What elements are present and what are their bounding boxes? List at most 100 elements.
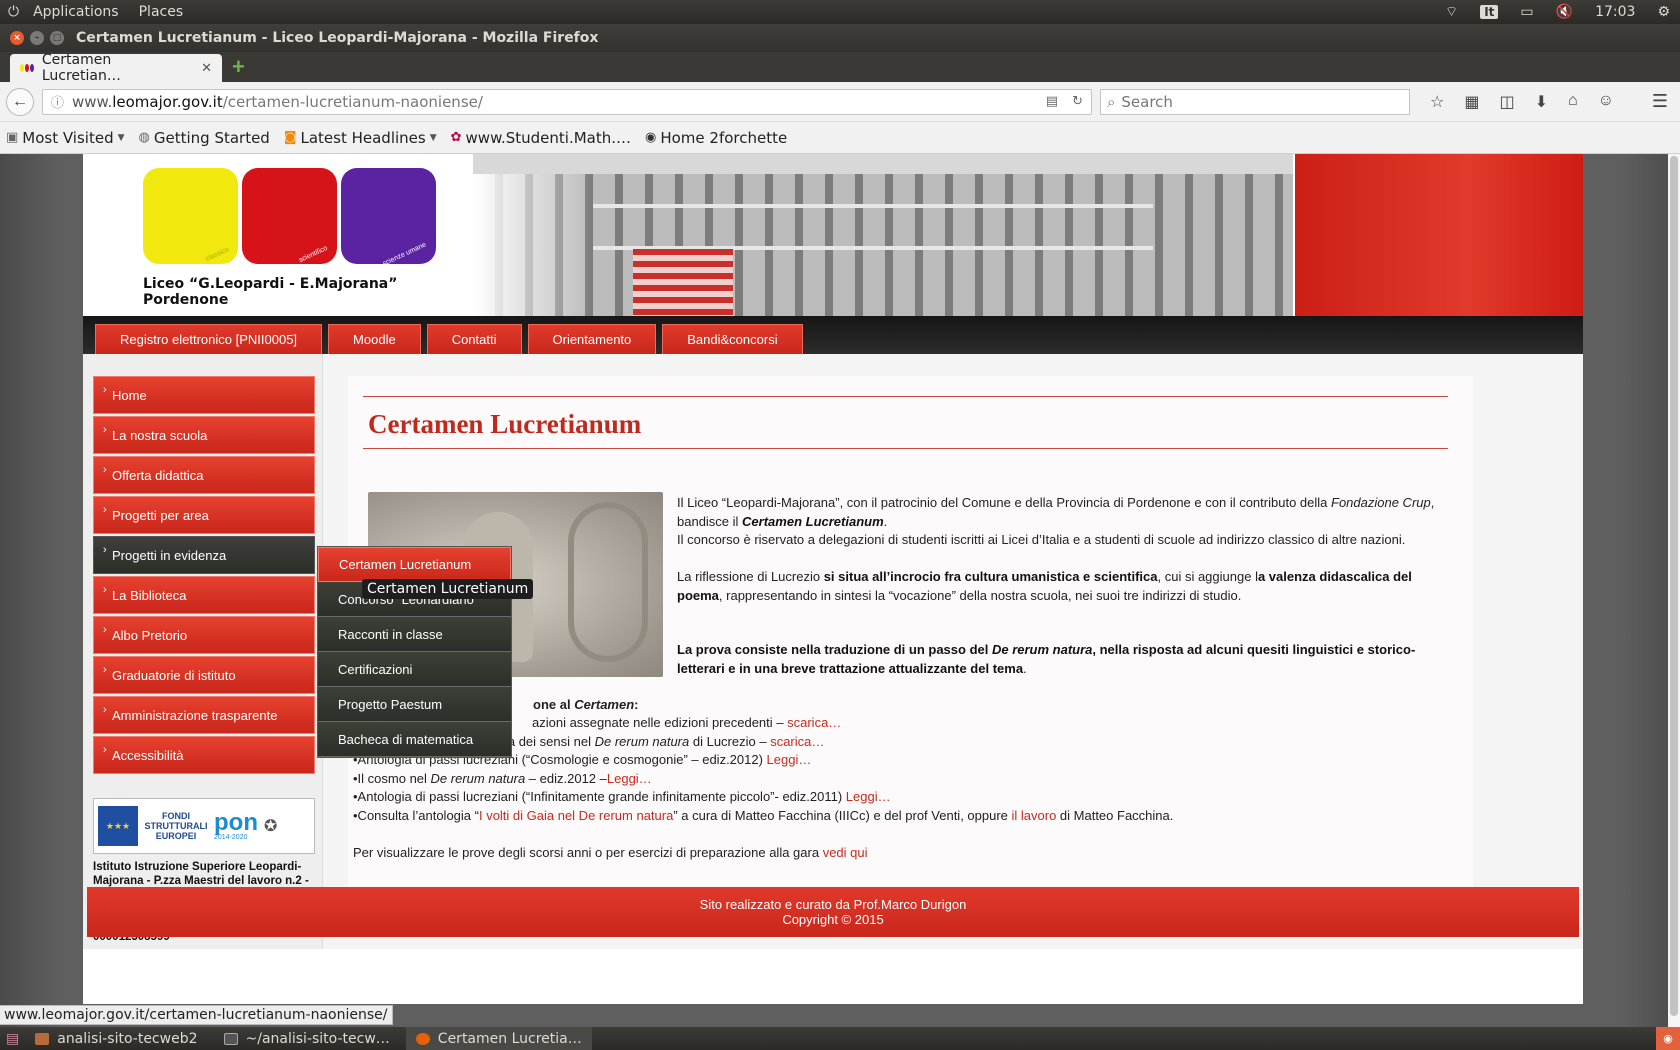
close-window-icon[interactable]: ×: [10, 31, 24, 45]
taskbar-item-terminal[interactable]: ~/analisi-sito-tecw…: [214, 1027, 400, 1050]
sidebar-item-graduatorie[interactable]: Graduatorie di istituto: [93, 656, 315, 694]
rss-icon: ◙: [283, 130, 297, 145]
menu-hamburger-icon[interactable]: ☰: [1652, 91, 1674, 112]
top-menu-orientamento[interactable]: Orientamento: [527, 324, 657, 354]
browser-tab[interactable]: Certamen Lucretian… ✕: [10, 52, 222, 84]
new-tab-icon[interactable]: +: [222, 54, 255, 82]
logo-caption: Liceo “G.Leopardi - E.Majorana” Pordenon…: [143, 276, 398, 308]
fondi-strutturali-label: FONDI STRUTTURALI EUROPEI: [144, 811, 208, 841]
firefox-icon: ◍: [138, 130, 150, 145]
maximize-window-icon[interactable]: □: [50, 31, 64, 45]
site-footer: Sito realizzato e curato da Prof.Marco D…: [87, 887, 1579, 937]
show-desktop-icon[interactable]: ▤: [6, 1031, 19, 1047]
tab-label: Certamen Lucretian…: [41, 52, 121, 84]
hello-chat-icon[interactable]: ☺: [1598, 92, 1614, 112]
reader-view-icon[interactable]: ▤: [1046, 94, 1058, 109]
globe-icon: ✿: [450, 130, 462, 145]
bookmark-studenti-math[interactable]: ✿ www.Studenti.Math.…: [451, 129, 631, 147]
sidebar-item-amministrazione-trasparente[interactable]: Amministrazione trasparente: [93, 696, 315, 734]
pon-banner[interactable]: ★★★ FONDI STRUTTURALI EUROPEI pon 2014-2…: [93, 798, 315, 854]
sidebar-item-progetti-per-area[interactable]: Progetti per area: [93, 496, 315, 534]
preparation-heading: one al Certamen:: [533, 697, 639, 712]
eu-flag-icon: ★★★: [98, 806, 138, 846]
home-icon[interactable]: ⌂: [1568, 92, 1578, 112]
page-title: Certamen Lucretianum: [368, 409, 642, 439]
settings-gear-icon[interactable]: ⚙: [1657, 4, 1670, 20]
content-area: Home La nostra scuola Offerta didattica …: [83, 354, 1583, 949]
submenu-item-bacheca-matematica[interactable]: Bacheca di matematica: [318, 722, 511, 757]
logo-yellow-box: classico: [143, 168, 238, 264]
file-manager-icon: [35, 1032, 50, 1045]
close-tab-icon[interactable]: ✕: [201, 61, 212, 76]
bookmark-home-2forchette[interactable]: ◉ Home 2forchette: [645, 129, 787, 147]
progetti-submenu: Certamen Lucretianum Concorso “Leonardia…: [317, 546, 512, 758]
url-bar[interactable]: ⓘ www.leomajor.gov.it /certamen-lucretia…: [42, 88, 1092, 115]
sidebar-item-accessibilita[interactable]: Accessibilità: [93, 736, 315, 774]
terminal-icon: [223, 1032, 238, 1045]
download-link[interactable]: scarica…: [770, 734, 824, 749]
bookmark-getting-started[interactable]: ◍ Getting Started: [139, 129, 270, 147]
read-link[interactable]: Leggi…: [767, 752, 812, 767]
power-icon[interactable]: ⏻: [6, 4, 21, 20]
bookmark-latest-headlines[interactable]: ◙ Latest Headlines ▼: [284, 129, 437, 147]
back-arrow-icon[interactable]: ←: [6, 87, 34, 116]
reading-list-icon[interactable]: ▦: [1464, 92, 1479, 112]
volti-di-gaia-link[interactable]: I volti di Gaia nel De rerum natura: [479, 808, 673, 823]
past-tests-line: Per visualizzare le prove degli scorsi a…: [353, 845, 868, 860]
sidebar-item-nostra-scuola[interactable]: La nostra scuola: [93, 416, 315, 454]
submenu-item-racconti[interactable]: Racconti in classe: [318, 617, 511, 652]
resource-item-1: azioni assegnate nelle edizioni preceden…: [532, 715, 842, 730]
submenu-item-paestum[interactable]: Progetto Paestum: [318, 687, 511, 722]
bookmark-star-icon[interactable]: ☆: [1430, 92, 1444, 112]
pocket-icon[interactable]: ◫: [1499, 92, 1514, 112]
places-menu[interactable]: Places: [131, 4, 192, 20]
article: Certamen Lucretianum Il Liceo “Leopardi-…: [348, 376, 1473, 921]
volume-muted-icon[interactable]: 🔇: [1556, 4, 1573, 20]
keyboard-layout-indicator[interactable]: It: [1480, 5, 1499, 19]
republic-emblem-icon: ✪: [263, 818, 278, 835]
school-logo[interactable]: classico scientifico scienze umane Liceo…: [143, 168, 443, 308]
clock[interactable]: 17:03: [1595, 4, 1635, 20]
title-divider-top: [363, 396, 1448, 397]
battery-icon[interactable]: ▭: [1520, 4, 1533, 20]
il-lavoro-link[interactable]: il lavoro: [1012, 808, 1057, 823]
submenu-item-certamen[interactable]: Certamen Lucretianum: [318, 547, 511, 582]
sidebar-item-biblioteca[interactable]: La Biblioteca: [93, 576, 315, 614]
search-input[interactable]: ⌕ Search: [1100, 88, 1410, 115]
title-divider-bottom: [363, 448, 1448, 449]
vedi-qui-link[interactable]: vedi qui: [823, 845, 868, 860]
reload-icon[interactable]: ↻: [1072, 94, 1083, 109]
top-menu-moodle[interactable]: Moodle: [328, 324, 421, 354]
sidebar-item-albo-pretorio[interactable]: Albo Pretorio: [93, 616, 315, 654]
resource-item-4: •Il cosmo nel De rerum natura – ediz.201…: [353, 771, 652, 786]
read-link[interactable]: Leggi…: [607, 771, 652, 786]
url-path: /certamen-lucretianum-naoniense/: [222, 92, 483, 111]
sidebar: Home La nostra scuola Offerta didattica …: [83, 354, 323, 949]
school-building-image: [473, 154, 1293, 316]
submenu-item-certificazioni[interactable]: Certificazioni: [318, 652, 511, 687]
sidebar-item-home[interactable]: Home: [93, 376, 315, 414]
site-info-icon[interactable]: ⓘ: [51, 92, 64, 111]
taskbar-item-files[interactable]: analisi-sito-tecweb2: [25, 1027, 207, 1050]
bookmark-most-visited[interactable]: ▣ Most Visited ▼: [6, 129, 125, 147]
wifi-icon[interactable]: ⌔: [1445, 3, 1458, 21]
minimize-window-icon[interactable]: –: [30, 31, 44, 45]
top-menu-contatti[interactable]: Contatti: [426, 324, 522, 354]
taskbar-item-firefox[interactable]: Certamen Lucretia…: [405, 1027, 592, 1050]
url-domain: www.leomajor.gov.it: [72, 92, 223, 111]
read-link[interactable]: Leggi…: [846, 789, 891, 804]
download-link[interactable]: scarica…: [787, 715, 841, 730]
sidebar-item-offerta-didattica[interactable]: Offerta didattica: [93, 456, 315, 494]
firefox-tray-icon[interactable]: ◉: [1656, 1027, 1680, 1050]
window-title-bar: × – □ Certamen Lucretianum - Liceo Leopa…: [0, 24, 1680, 52]
top-navigation: Registro elettronico [PNII0005] Moodle C…: [83, 316, 1583, 354]
page-scrollbar[interactable]: [1668, 154, 1680, 1027]
downloads-icon[interactable]: ⬇: [1535, 92, 1548, 112]
top-menu-bandi[interactable]: Bandi&concorsi: [662, 324, 803, 354]
bottom-taskbar: ▤ analisi-sito-tecweb2 ~/analisi-sito-te…: [0, 1027, 1680, 1050]
top-menu-registro[interactable]: Registro elettronico [PNII0005]: [95, 324, 323, 354]
applications-menu[interactable]: Applications: [25, 4, 127, 20]
bookmarks-toolbar: ▣ Most Visited ▼ ◍ Getting Started ◙ Latest …: [0, 122, 1680, 154]
website: classico scientifico scienze umane Liceo…: [83, 154, 1583, 1004]
sidebar-item-progetti-in-evidenza[interactable]: Progetti in evidenza: [93, 536, 315, 574]
